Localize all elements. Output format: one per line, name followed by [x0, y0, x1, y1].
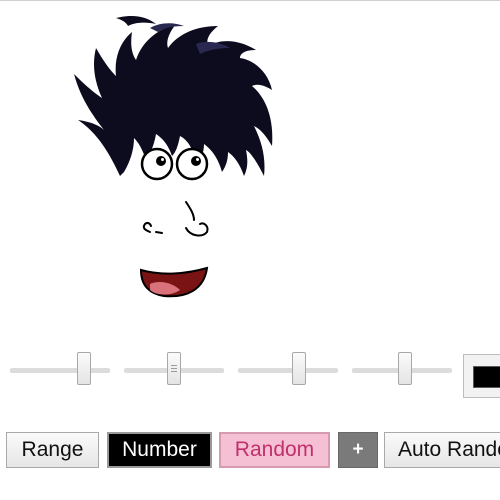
add-button[interactable]: + — [338, 432, 378, 468]
nose — [142, 201, 209, 237]
mouth — [139, 266, 209, 298]
slider-1[interactable] — [10, 352, 110, 388]
grip-line — [171, 371, 177, 372]
slider-thumb[interactable] — [167, 352, 181, 385]
random-button[interactable]: Random — [219, 432, 330, 468]
slider-2[interactable] — [124, 352, 224, 388]
number-button[interactable]: Number — [107, 432, 212, 468]
slider-thumb[interactable] — [292, 352, 306, 385]
slider-track — [238, 368, 338, 373]
slider-4[interactable] — [352, 352, 452, 388]
auto-random-button[interactable]: Auto Random — [384, 432, 500, 468]
grip-line — [171, 368, 177, 369]
hair — [74, 16, 273, 176]
avatar-face-canvas — [74, 16, 273, 298]
color-picker[interactable] — [463, 354, 500, 398]
slider-track — [10, 368, 110, 373]
color-swatch-fill — [473, 366, 500, 388]
slider-thumb[interactable] — [77, 352, 91, 385]
range-button[interactable]: Range — [6, 432, 99, 468]
grip-line — [171, 365, 177, 366]
eyes — [140, 147, 209, 181]
slider-thumb[interactable] — [398, 352, 412, 385]
slider-3[interactable] — [238, 352, 338, 388]
